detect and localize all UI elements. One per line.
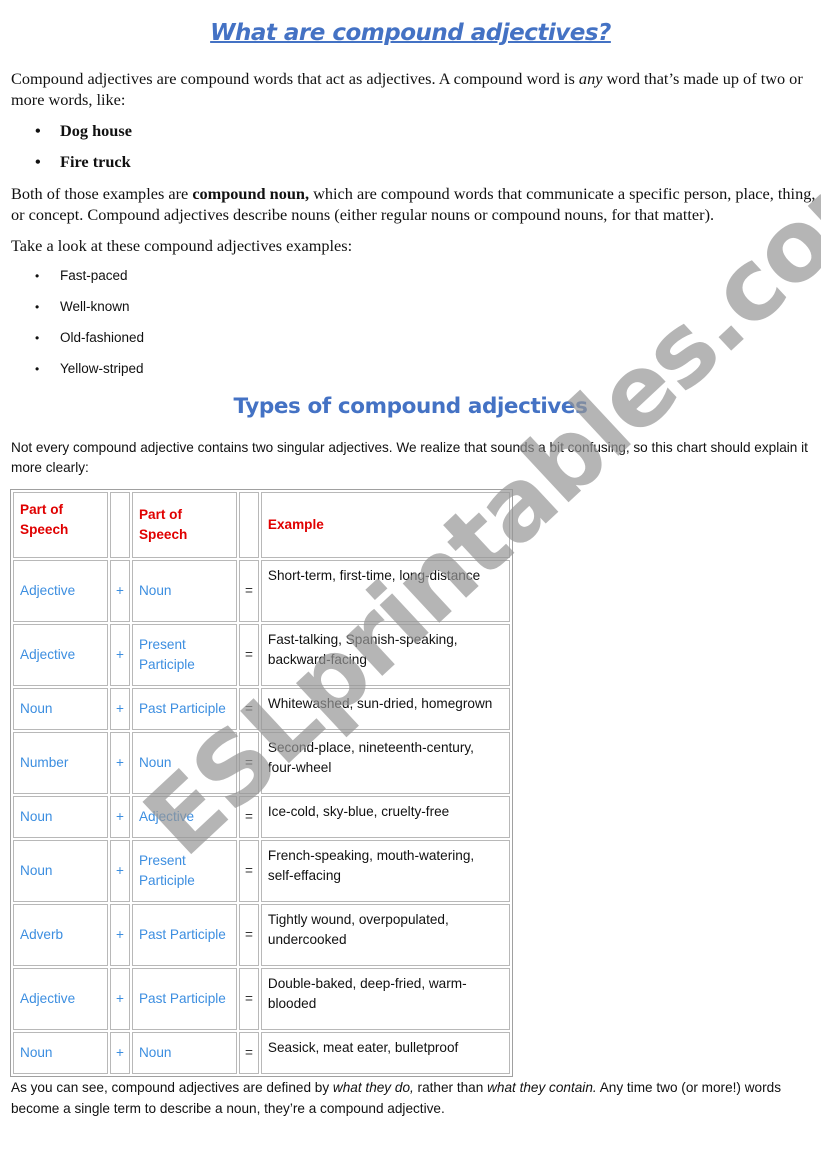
bullet-icon: • [35, 152, 41, 171]
example-cell: Double-baked, deep-fried, warm-blooded [260, 968, 510, 1030]
equals-cell: = [238, 732, 259, 794]
explanation-bold: compound noun, [192, 184, 310, 203]
term-b-cell: Adjective [131, 796, 237, 838]
header-part-of-speech-1: Part of Speech [13, 492, 108, 558]
equals-cell: = [238, 796, 259, 838]
conclusion-italic-2: what they contain. [487, 1080, 597, 1095]
conclusion-text-2: rather than [413, 1080, 488, 1095]
table-row: Noun + Present Participle = French-speaking,… [13, 840, 510, 902]
term-a-cell: Adjective [13, 560, 108, 622]
example-cell: Whitewashed, sun-dried, homegrown [260, 688, 510, 730]
term-b-cell: Past Participle [131, 968, 237, 1030]
term-a-cell: Adjective [13, 624, 108, 686]
header-operator [110, 492, 130, 558]
term-a-cell: Adverb [13, 904, 108, 966]
conclusion-paragraph: As you can see, compound adjectives are … [11, 1077, 816, 1119]
adjective-example-text: Yellow-striped [60, 361, 144, 376]
plus-cell: + [110, 840, 130, 902]
bullet-icon: • [35, 269, 40, 283]
term-a-cell: Noun [13, 796, 108, 838]
table-row: Adverb + Past Participle = Tightly wound, ov… [13, 904, 510, 966]
equals-cell: = [238, 968, 259, 1030]
adjective-example-text: Old-fashioned [60, 330, 145, 345]
header-example: Example [260, 492, 510, 558]
term-b-cell: Past Participle [131, 904, 237, 966]
equals-cell: = [238, 560, 259, 622]
compound-adjective-table: Part of Speech Part of Speech Example Ad… [10, 489, 513, 1077]
bullet-icon: • [35, 362, 40, 376]
noun-example-item: • Fire truck [35, 152, 131, 172]
example-cell: Seasick, meat eater, bulletproof [260, 1032, 510, 1074]
equals-cell: = [238, 904, 259, 966]
noun-example-text: Fire truck [60, 152, 131, 171]
bullet-icon: • [35, 121, 41, 140]
header-part-of-speech-2: Part of Speech [131, 492, 237, 558]
term-b-cell: Noun [131, 560, 237, 622]
term-b-cell: Present Participle [131, 840, 237, 902]
adjective-example-item: • Yellow-striped [35, 361, 144, 376]
term-b-cell: Noun [131, 1032, 237, 1074]
example-cell: Short-term, first-time, long-distance [260, 560, 510, 622]
bullet-icon: • [35, 331, 40, 345]
adjective-example-item: • Old-fashioned [35, 330, 144, 345]
plus-cell: + [110, 1032, 130, 1074]
intro-text: Compound adjectives are compound words t… [11, 69, 579, 88]
plus-cell: + [110, 904, 130, 966]
equals-cell: = [238, 1032, 259, 1074]
conclusion-italic-1: what they do, [332, 1080, 414, 1095]
equals-cell: = [238, 624, 259, 686]
header-equals [238, 492, 259, 558]
conclusion-text-1: As you can see, compound adjectives are … [11, 1080, 333, 1095]
table-row: Number + Noun = Second-place, nineteenth-cen… [13, 732, 510, 794]
types-intro: Not every compound adjective contains tw… [11, 440, 808, 475]
plus-cell: + [110, 796, 130, 838]
example-cell: Ice-cold, sky-blue, cruelty-free [260, 796, 510, 838]
adjective-example-text: Well-known [60, 299, 130, 314]
equals-cell: = [238, 840, 259, 902]
worksheet-page: What are compound adjectives? Compound a… [0, 0, 821, 1161]
example-cell: Tightly wound, overpopulated, undercooke… [260, 904, 510, 966]
section-heading: Types of compound adjectives [233, 394, 588, 419]
term-a-cell: Noun [13, 688, 108, 730]
term-b-cell: Past Participle [131, 688, 237, 730]
plus-cell: + [110, 560, 130, 622]
explanation-paragraph: Both of those examples are compound noun… [11, 183, 816, 225]
table-row: Noun + Adjective = Ice-cold, sky-blue, cruel… [13, 796, 510, 838]
adjective-example-item: • Fast-paced [35, 268, 128, 283]
bullet-icon: • [35, 300, 40, 314]
plus-cell: + [110, 688, 130, 730]
term-a-cell: Noun [13, 840, 108, 902]
example-cell: Fast-talking, Spanish-speaking, backward… [260, 624, 510, 686]
table-row: Adjective + Past Participle = Double-baked, … [13, 968, 510, 1030]
table-row: Adjective + Present Participle = Fast-talkin… [13, 624, 510, 686]
term-b-cell: Noun [131, 732, 237, 794]
example-cell: French-speaking, mouth-watering, self-ef… [260, 840, 510, 902]
table-row: Noun + Past Participle = Whitewashed, sun-dr… [13, 688, 510, 730]
adjective-example-text: Fast-paced [60, 268, 128, 283]
plus-cell: + [110, 624, 130, 686]
equals-cell: = [238, 688, 259, 730]
term-a-cell: Number [13, 732, 108, 794]
explanation-text: Both of those examples are [11, 184, 193, 203]
plus-cell: + [110, 968, 130, 1030]
page-title: What are compound adjectives? [210, 20, 611, 46]
intro-emphasis: any [578, 69, 603, 88]
plus-cell: + [110, 732, 130, 794]
examples-intro: Take a look at these compound adjectives… [11, 236, 353, 255]
noun-example-item: • Dog house [35, 121, 132, 141]
noun-example-text: Dog house [60, 121, 132, 140]
table-row: Noun + Noun = Seasick, meat eater, bulletpro… [13, 1032, 510, 1074]
adjective-example-item: • Well-known [35, 299, 130, 314]
example-cell: Second-place, nineteenth-century, four-w… [260, 732, 510, 794]
table-row: Adjective + Noun = Short-term, first-time, l… [13, 560, 510, 622]
term-b-cell: Present Participle [131, 624, 237, 686]
table-header-row: Part of Speech Part of Speech Example [13, 492, 510, 558]
term-a-cell: Adjective [13, 968, 108, 1030]
intro-paragraph: Compound adjectives are compound words t… [11, 68, 811, 110]
term-a-cell: Noun [13, 1032, 108, 1074]
